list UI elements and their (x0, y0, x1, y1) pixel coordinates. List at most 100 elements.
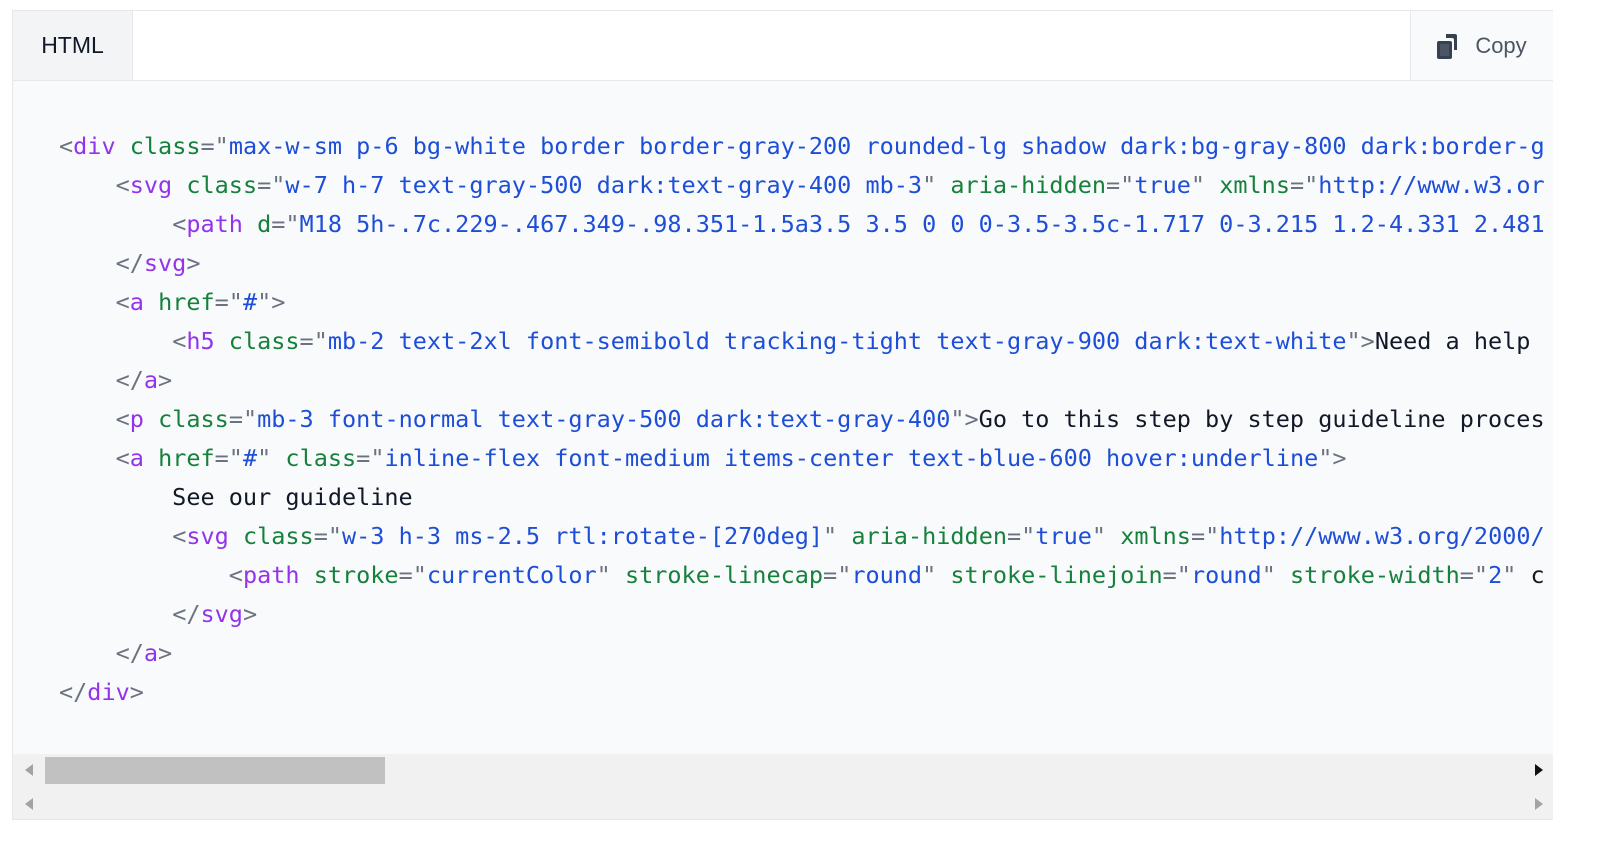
code-token: < (115, 288, 130, 316)
code-token: w-7 h-7 text-gray-500 dark:text-gray-400… (285, 171, 923, 199)
code-token: < (172, 522, 187, 550)
code-token: path (242, 561, 300, 589)
code-line: </a> (59, 634, 1545, 673)
code-token: < (172, 210, 187, 238)
code-token: path (186, 210, 243, 238)
code-token: stroke-linecap (624, 561, 824, 589)
code-viewport[interactable]: <div class="max-w-sm p-6 bg-white border… (13, 81, 1553, 754)
code-token: svg (200, 600, 243, 628)
code-token: 2 (1488, 561, 1503, 589)
code-token: < (228, 561, 243, 589)
code-token: class (285, 444, 357, 472)
code-token: " (1502, 561, 1517, 589)
code-token: h5 (186, 327, 215, 355)
code-token: =" (1007, 522, 1036, 550)
code-line: See our guideline (59, 478, 1545, 517)
arrow-left-icon[interactable] (25, 798, 33, 810)
code-token: =" (299, 327, 328, 355)
code-line: <a href="#" class="inline-flex font-medi… (59, 439, 1545, 478)
code-line: </svg> (59, 595, 1545, 634)
code-token: href (158, 444, 215, 472)
code-token: class (186, 171, 258, 199)
code-line: </a> (59, 361, 1545, 400)
code-token: "> (950, 405, 979, 433)
code-token: " (596, 561, 611, 589)
code-token: round (851, 561, 923, 589)
code-token: div (87, 678, 130, 706)
code-token: p (129, 405, 144, 433)
code-token: =" (200, 132, 229, 160)
arrow-left-icon[interactable] (25, 764, 33, 776)
code-token: round (1190, 561, 1262, 589)
code-token: See our guideline (59, 483, 413, 511)
horizontal-scrollbar[interactable] (13, 754, 1553, 787)
code-token: </ (115, 639, 144, 667)
code-token: > (242, 600, 258, 628)
code-token: svg (186, 522, 229, 550)
code-token: mb-2 text-2xl font-semibold tracking-tig… (327, 327, 1347, 355)
code-token: href (158, 288, 215, 316)
code-token: =" (823, 561, 852, 589)
code-token: a (143, 639, 159, 667)
code-line: <a href="#"> (59, 283, 1545, 322)
tab-html[interactable]: HTML (13, 11, 133, 80)
arrow-right-icon[interactable] (1535, 798, 1543, 810)
code-token: < (115, 444, 130, 472)
code-token: w-3 h-3 ms-2.5 rtl:rotate-[270deg] (342, 522, 824, 550)
code-token: " (823, 522, 838, 550)
code-token: inline-flex font-medium items-center tex… (384, 444, 1319, 472)
code-token: aria-hidden (851, 522, 1007, 550)
code-token: "> (1318, 444, 1347, 472)
copy-button[interactable]: Copy (1410, 11, 1553, 80)
code-token: stroke (313, 561, 399, 589)
code-token: =" (398, 561, 427, 589)
clipboard-copy-icon (1437, 33, 1461, 59)
code-token: " (1091, 522, 1107, 550)
code-token: =" (1190, 522, 1220, 550)
code-token: =" (1106, 171, 1135, 199)
code-line: <path d="M18 5h-.7c.229-.467.349-.98.351… (59, 205, 1545, 244)
code-token: =" (271, 210, 300, 238)
code-token: </ (59, 678, 88, 706)
arrow-right-icon[interactable] (1535, 764, 1543, 776)
code-token: true (1035, 522, 1092, 550)
code-token: # (242, 444, 258, 472)
code-token: =" (1459, 561, 1489, 589)
code-token: " (922, 561, 937, 589)
code-token: > (158, 366, 173, 394)
code-line: <h5 class="mb-2 text-2xl font-semibold t… (59, 322, 1545, 361)
code-token: =" (1162, 561, 1191, 589)
code-token: </ (115, 249, 144, 277)
code-token: "> (1346, 327, 1375, 355)
code-token: class (129, 132, 201, 160)
tab-label: HTML (41, 32, 104, 58)
code-token: =" (214, 444, 243, 472)
scrollbar-thumb[interactable] (45, 757, 385, 784)
code-token: " (922, 171, 937, 199)
code-token: # (242, 288, 258, 316)
code-token: c (1516, 561, 1545, 589)
code-token: stroke-linejoin (950, 561, 1163, 589)
code-token: =" (214, 288, 243, 316)
secondary-scrollbar[interactable] (13, 787, 1553, 819)
code-block-panel: HTML Copy <div class="max-w-sm p-6 bg-wh… (12, 10, 1553, 820)
